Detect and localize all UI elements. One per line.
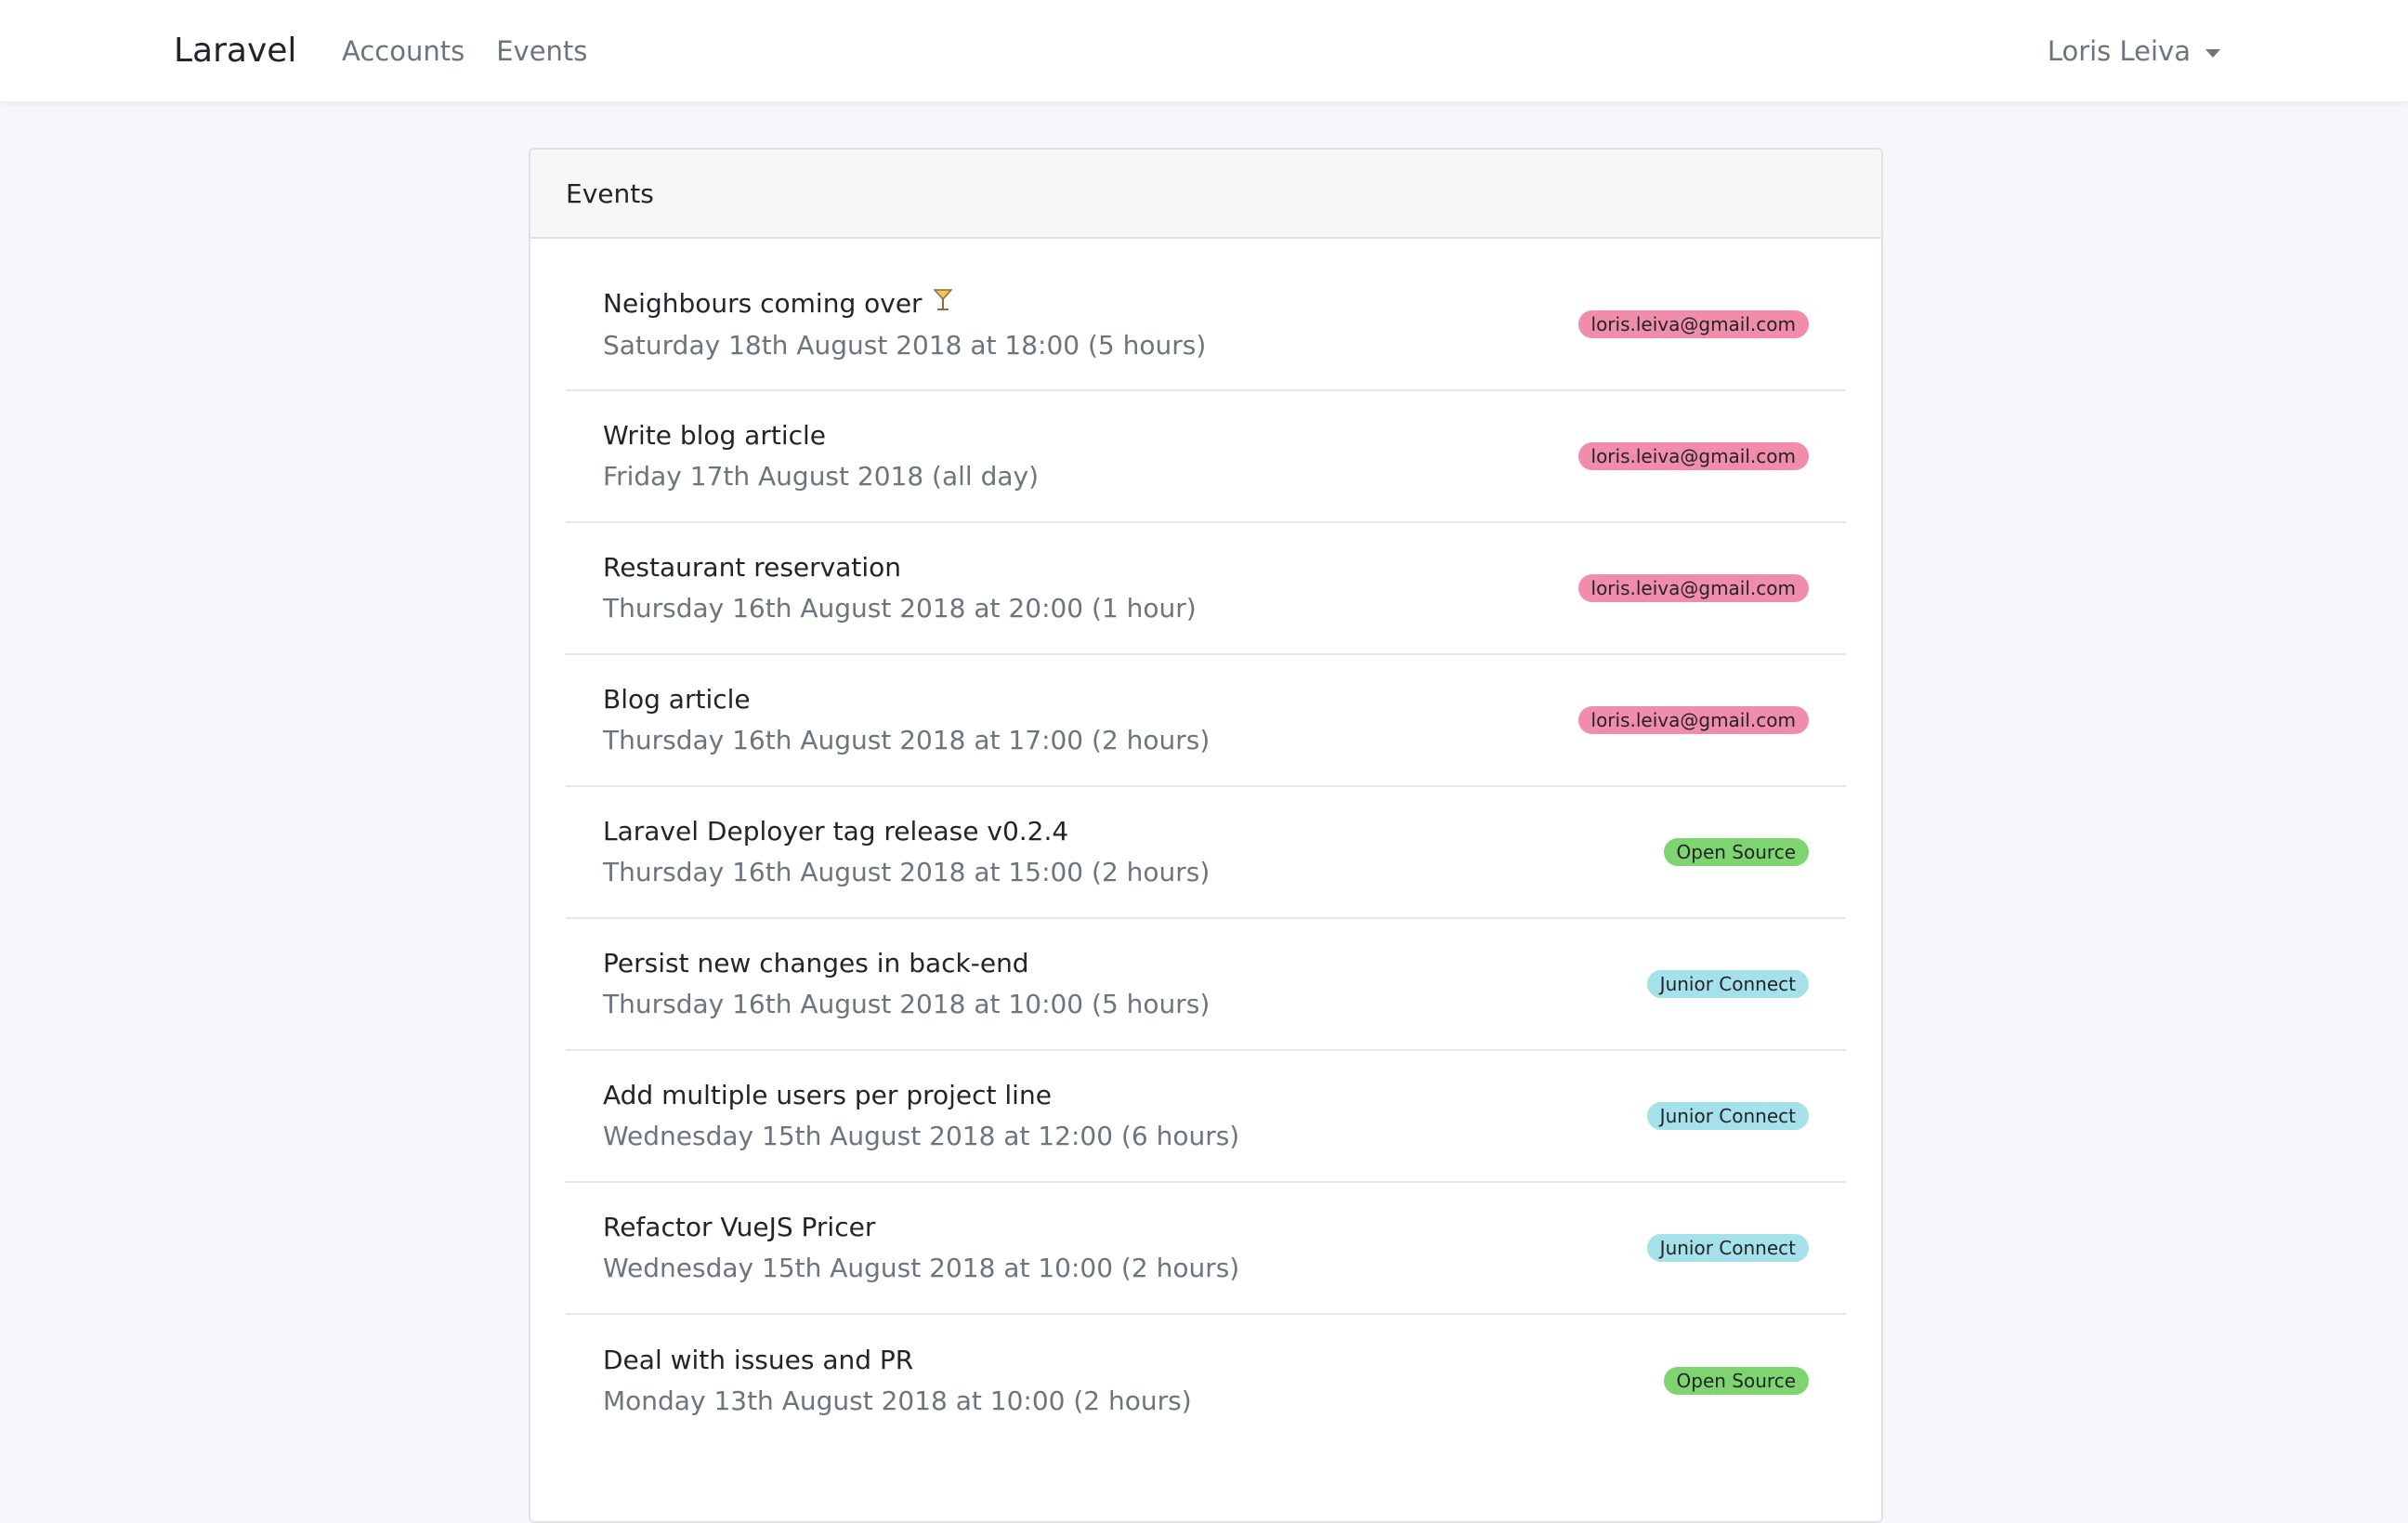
event-tag-badge: loris.leiva@gmail.com (1577, 442, 1809, 470)
event-item[interactable]: Blog article Thursday 16th August 2018 at… (566, 655, 1846, 787)
event-title: Laravel Deployer tag release v0.2.4 (603, 811, 1210, 852)
event-date: Thursday 16th August 2018 at 15:00 (2 ho… (603, 857, 1211, 887)
event-item[interactable]: Write blog article Friday 17th August 201… (566, 391, 1846, 523)
event-text: Refactor VueJS Pricer Wednesday 15th Augu… (603, 1207, 1239, 1289)
event-date: Thursday 16th August 2018 at 17:00 (2 ho… (603, 725, 1211, 755)
event-title: Add multiple users per project line (603, 1075, 1239, 1116)
event-title-text: Laravel Deployer tag release v0.2.4 (603, 816, 1069, 847)
event-title-text: Write blog article (603, 420, 827, 451)
event-item[interactable]: Restaurant reservation Thursday 16th Augu… (566, 523, 1846, 655)
event-text: Neighbours coming over Saturday 18th Augu… (603, 283, 1206, 366)
event-item[interactable]: Refactor VueJS Pricer Wednesday 15th Augu… (566, 1183, 1846, 1315)
caret-down-icon (2205, 48, 2220, 58)
event-item[interactable]: Neighbours coming over Saturday 18th Augu… (566, 259, 1846, 391)
event-tag-badge: Junior Connect (1646, 970, 1809, 998)
nav-link-accounts[interactable]: Accounts (326, 28, 480, 74)
event-item[interactable]: Laravel Deployer tag release v0.2.4 Thurs… (566, 787, 1846, 919)
event-title: Refactor VueJS Pricer (603, 1207, 1239, 1248)
event-item[interactable]: Persist new changes in back-end Thursday … (566, 919, 1846, 1051)
event-text: Restaurant reservation Thursday 16th Augu… (603, 547, 1197, 629)
event-title-text: Neighbours coming over (603, 287, 923, 319)
user-dropdown-toggle[interactable]: Loris Leiva (2048, 28, 2220, 74)
event-title: Blog article (603, 679, 1210, 720)
card-title: Events (566, 177, 654, 209)
event-title: Deal with issues and PR (603, 1340, 1192, 1381)
event-tag-badge: Junior Connect (1646, 1102, 1809, 1130)
event-date: Thursday 16th August 2018 at 20:00 (1 ho… (603, 593, 1197, 624)
event-item[interactable]: Add multiple users per project line Wedne… (566, 1051, 1846, 1183)
card-body: Neighbours coming over Saturday 18th Augu… (530, 239, 1881, 1447)
event-title-text: Persist new changes in back-end (603, 948, 1029, 978)
user-name: Loris Leiva (2047, 35, 2191, 67)
brand-link[interactable]: Laravel (174, 28, 296, 74)
event-text: Persist new changes in back-end Thursday … (603, 943, 1210, 1025)
event-date: Wednesday 15th August 2018 at 12:00 (6 h… (603, 1121, 1240, 1151)
event-text: Add multiple users per project line Wedne… (603, 1075, 1239, 1157)
event-item[interactable]: Deal with issues and PR Monday 13th Augus… (566, 1315, 1846, 1447)
event-tag-badge: loris.leiva@gmail.com (1577, 574, 1809, 602)
event-title-text: Refactor VueJS Pricer (603, 1212, 876, 1242)
event-text: Blog article Thursday 16th August 2018 at… (603, 679, 1210, 761)
event-tag-badge: loris.leiva@gmail.com (1577, 706, 1809, 734)
event-title-text: Deal with issues and PR (603, 1345, 914, 1375)
event-tag-badge: Junior Connect (1646, 1234, 1809, 1262)
event-date: Wednesday 15th August 2018 at 10:00 (2 h… (603, 1253, 1240, 1283)
event-tag-badge: Open Source (1663, 1367, 1809, 1395)
event-text: Laravel Deployer tag release v0.2.4 Thurs… (603, 811, 1210, 893)
event-title: Neighbours coming over (603, 283, 1206, 325)
events-card: Events Neighbours coming over Saturday 18… (529, 148, 1883, 1523)
event-text: Write blog article Friday 17th August 201… (603, 415, 1039, 497)
event-date: Friday 17th August 2018 (all day) (603, 461, 1040, 492)
event-date: Thursday 16th August 2018 at 10:00 (5 ho… (603, 989, 1211, 1019)
event-title-text: Restaurant reservation (603, 552, 902, 583)
event-title: Restaurant reservation (603, 547, 1197, 588)
nav-link-events[interactable]: Events (480, 28, 603, 74)
event-title-text: Add multiple users per project line (603, 1080, 1052, 1110)
event-date: Monday 13th August 2018 at 10:00 (2 hour… (603, 1385, 1192, 1416)
top-navbar: Laravel Accounts Events Loris Leiva (0, 0, 2408, 102)
event-date: Saturday 18th August 2018 at 18:00 (5 ho… (603, 329, 1207, 361)
event-tag-badge: loris.leiva@gmail.com (1577, 310, 1809, 338)
event-list: Neighbours coming over Saturday 18th Augu… (566, 259, 1846, 1447)
nav-links: Accounts Events (326, 28, 603, 74)
card-header: Events (530, 150, 1881, 239)
event-title: Write blog article (603, 415, 1039, 456)
event-title-text: Blog article (603, 684, 751, 715)
event-tag-badge: Open Source (1663, 838, 1809, 866)
event-title: Persist new changes in back-end (603, 943, 1210, 984)
cocktail-icon (932, 284, 953, 325)
event-text: Deal with issues and PR Monday 13th Augus… (603, 1340, 1192, 1422)
